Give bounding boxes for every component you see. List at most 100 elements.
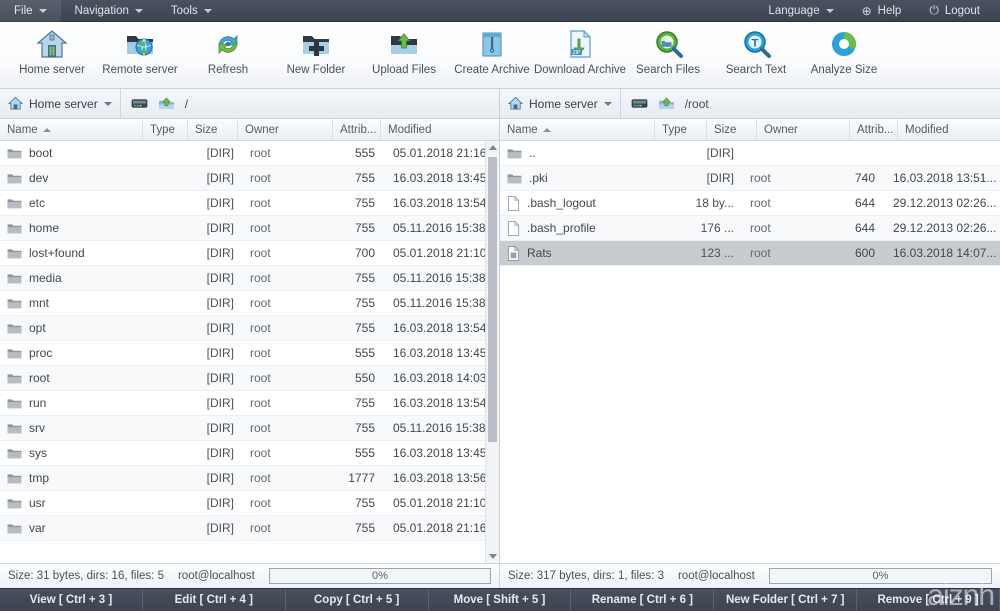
left-col-size[interactable]: Size [188,119,238,140]
file-manager-panels: Home server [0,89,1000,588]
fkey-remove[interactable]: Remove [ Ctrl + 9 ] [857,589,1000,611]
left-col-name[interactable]: Name [0,119,143,140]
table-row[interactable]: usr[DIR]root75505.01.2018 21:10... [0,491,499,516]
toolbar-button-search-files[interactable]: Search Files [624,22,712,88]
table-row[interactable]: .bash_logout18 by...root64429.12.2013 02… [500,191,1000,216]
table-row[interactable]: run[DIR]root75516.03.2018 13:54... [0,391,499,416]
right-col-name[interactable]: Name [500,119,655,140]
table-row[interactable]: ..[DIR] [500,141,1000,166]
left-col-modified[interactable]: Modified [381,119,499,140]
cell-owner: root [738,221,833,235]
table-row[interactable]: srv[DIR]root75505.11.2016 15:38... [0,416,499,441]
right-col-modified[interactable]: Modified [898,119,1000,140]
table-row[interactable]: opt[DIR]root75516.03.2018 13:54... [0,316,499,341]
right-server-label: Home server [529,97,598,111]
menu-logout[interactable]: ⏻ Logout [915,0,994,22]
toolbar-button-analyze-size[interactable]: Analyze Size [800,22,888,88]
cell-owner: root [238,496,333,510]
left-col-attrib[interactable]: Attrib... [333,119,381,140]
fkey-rename[interactable]: Rename [ Ctrl + 6 ] [571,589,714,611]
file-name-text: lost+found [29,246,85,260]
toolbar-button-refresh[interactable]: Refresh [184,22,272,88]
home-icon [8,96,23,111]
file-name-text: media [29,271,62,285]
right-col-attrib[interactable]: Attrib... [850,119,898,140]
file-name-text: usr [29,496,46,510]
table-row[interactable]: tmp[DIR]root177716.03.2018 13:56... [0,466,499,491]
fkey-edit[interactable]: Edit [ Ctrl + 4 ] [143,589,286,611]
table-row[interactable]: etc[DIR]root75516.03.2018 13:54... [0,191,499,216]
folder-icon [7,297,22,310]
left-col-owner[interactable]: Owner [238,119,333,140]
left-server-selector[interactable]: Home server [0,89,121,119]
table-row[interactable]: dev[DIR]root75516.03.2018 13:45... [0,166,499,191]
table-row[interactable]: home[DIR]root75505.11.2016 15:38... [0,216,499,241]
cell-attrib: 555 [333,446,381,460]
table-row[interactable]: proc[DIR]root55516.03.2018 13:45... [0,341,499,366]
menu-file[interactable]: File [0,0,61,22]
up-folder-icon[interactable] [158,96,175,111]
menu-help[interactable]: ⊕ Help [848,0,916,22]
scroll-thumb[interactable] [488,157,497,442]
right-file-list[interactable]: ..[DIR].pki[DIR]root74016.03.2018 13:51.… [500,141,1000,563]
right-col-owner[interactable]: Owner [757,119,850,140]
toolbar-button-create-archive[interactable]: Create Archive [448,22,536,88]
toolbar-button-remote-server[interactable]: Remote server [96,22,184,88]
folder-upload-icon [388,28,420,60]
table-row[interactable]: lost+found[DIR]root70005.01.2018 21:10..… [0,241,499,266]
drive-icon[interactable] [131,96,148,111]
menu-navigation[interactable]: Navigation [61,0,157,22]
scroll-up-arrow-icon[interactable] [486,141,499,154]
drive-icon[interactable] [631,96,648,111]
fkey-view[interactable]: View [ Ctrl + 3 ] [0,589,143,611]
table-row[interactable]: boot[DIR]root55505.01.2018 21:16... [0,141,499,166]
left-col-type[interactable]: Type [143,119,188,140]
right-col-type[interactable]: Type [655,119,707,140]
toolbar-button-new-folder[interactable]: New Folder [272,22,360,88]
right-path-text[interactable]: /root [685,97,709,111]
cell-attrib: 755 [333,421,381,435]
right-server-selector[interactable]: Home server [500,89,621,119]
left-path-text[interactable]: / [185,97,188,111]
folder-icon [507,147,522,160]
file-name-text: opt [29,321,46,335]
table-row[interactable]: Rats123 ...root60016.03.2018 14:07... [500,241,1000,266]
left-vertical-scrollbar[interactable] [485,141,499,563]
menu-tools[interactable]: Tools [157,0,226,22]
toolbar-button-home-server[interactable]: Home server [8,22,96,88]
scroll-down-arrow-icon[interactable] [486,550,499,563]
toolbar-button-upload-files[interactable]: Upload Files [360,22,448,88]
toolbar-label: Home server [19,64,85,76]
cell-modified: 16.03.2018 13:56... [381,471,499,485]
up-folder-icon[interactable] [658,96,675,111]
table-row[interactable]: .pki[DIR]root74016.03.2018 13:51... [500,166,1000,191]
left-file-list[interactable]: boot[DIR]root55505.01.2018 21:16...dev[D… [0,141,499,563]
folder-icon [7,397,22,410]
table-row[interactable]: .bash_profile176 ...root64429.12.2013 02… [500,216,1000,241]
toolbar-label: Download Archive [534,64,626,76]
cell-size: [DIR] [188,171,238,185]
toolbar-button-search-text[interactable]: T Search Text [712,22,800,88]
right-col-size[interactable]: Size [707,119,757,140]
folder-icon [7,347,22,360]
table-row[interactable]: root[DIR]root55016.03.2018 14:03... [0,366,499,391]
left-path-bar: Home server [0,89,499,119]
cell-size: [DIR] [188,321,238,335]
cell-size: [DIR] [188,271,238,285]
toolbar-button-download-archive[interactable]: ZIP Download Archive [536,22,624,88]
menu-language[interactable]: Language [754,0,847,22]
cell-name: opt [0,321,143,335]
cell-attrib: 555 [333,346,381,360]
fkey-copy[interactable]: Copy [ Ctrl + 5 ] [286,589,429,611]
table-row[interactable]: sys[DIR]root55516.03.2018 13:45... [0,441,499,466]
table-row[interactable]: mnt[DIR]root75505.11.2016 15:38... [0,291,499,316]
cell-attrib: 1777 [333,471,381,485]
cell-attrib: 755 [333,521,381,535]
table-row[interactable]: var[DIR]root75505.01.2018 21:16... [0,516,499,541]
fkey-move[interactable]: Move [ Shift + 5 ] [429,589,572,611]
cell-owner: root [738,196,833,210]
left-file-panel: Home server [0,89,500,588]
fkey-new-folder[interactable]: New Folder [ Ctrl + 7 ] [714,589,857,611]
table-row[interactable]: media[DIR]root75505.11.2016 15:38... [0,266,499,291]
toolbar-label: Remote server [102,64,177,76]
